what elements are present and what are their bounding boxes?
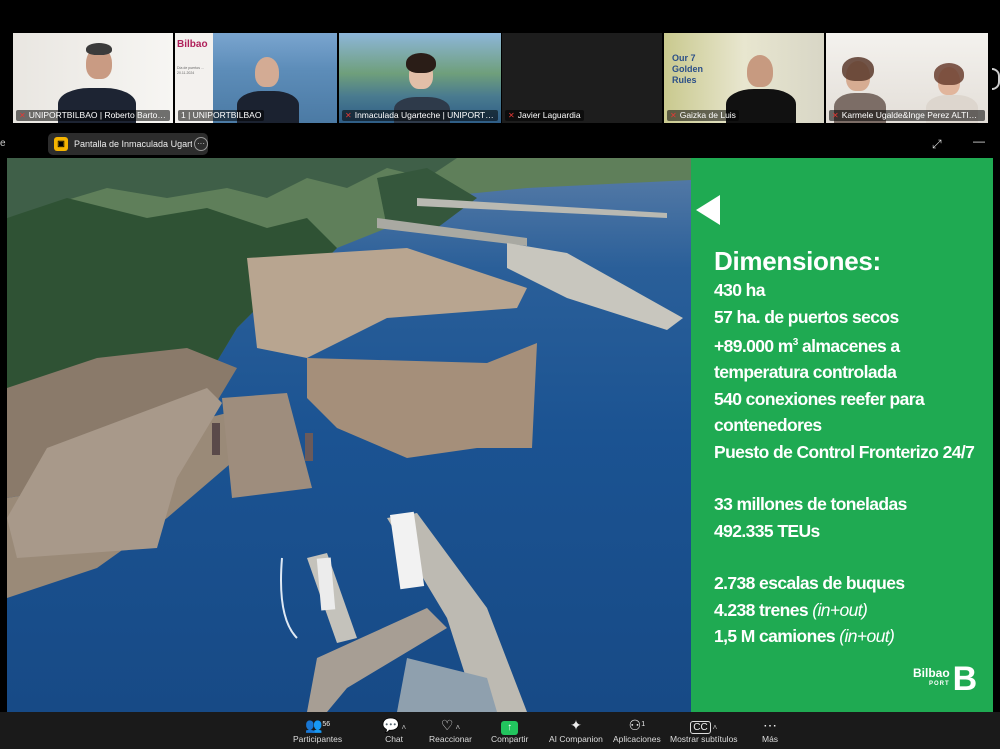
chat-button[interactable]: 💬 ˄ Chat xyxy=(382,716,406,744)
participant-name: ✕ Gaizka de Luis xyxy=(667,110,739,121)
share-toolbar: ▣ Pantalla de Inmaculada Ugartech ··· xyxy=(0,130,1000,158)
meeting-controls: 👥56 Participantes 💬 ˄ Chat ♡ ˄ Reaccionar … xyxy=(0,712,1000,749)
chevron-up-icon[interactable]: ˄ xyxy=(401,723,406,732)
minimize-icon[interactable]: — xyxy=(973,134,985,148)
slide-line: 2.738 escalas de buques xyxy=(714,573,905,594)
participant-hair xyxy=(934,63,964,85)
mic-muted-icon: ✕ xyxy=(19,111,26,120)
cc-icon: CC xyxy=(690,721,711,734)
truncated-label: e xyxy=(0,138,6,149)
participant-tile[interactable]: Our 7 Golden Rules ✕ Gaizka de Luis xyxy=(664,33,824,123)
participant-tile[interactable]: ✕ Karmele Ugalde&Inge Perez ALTIUS ... xyxy=(826,33,988,123)
share-label: Pantalla de Inmaculada Ugartech xyxy=(74,139,192,149)
port-aerial-photo xyxy=(7,158,691,712)
slide-info-panel: Dimensiones: 430 ha 57 ha. de puertos se… xyxy=(691,158,993,712)
slide-line: temperatura controlada xyxy=(714,362,897,383)
participant-tile[interactable]: ✕ Javier Laguardia xyxy=(502,33,662,123)
slide-line: 540 conexiones reefer para xyxy=(714,388,925,409)
participant-hair xyxy=(86,43,112,55)
slide-line: 492.335 TEUs xyxy=(714,520,820,541)
mic-muted-icon: ✕ xyxy=(832,111,839,120)
slide-line: 57 ha. de puertos secos xyxy=(714,306,899,327)
wall-text: Our 7 Golden Rules xyxy=(672,53,703,85)
slide-line: 430 ha xyxy=(714,280,765,300)
more-icon: ⋯ xyxy=(763,717,778,733)
mic-muted-icon: ✕ xyxy=(345,111,352,120)
participant-name: 1 | UNIPORTBILBAO xyxy=(178,110,265,121)
sparkle-icon: ✦ xyxy=(570,717,582,733)
slide-lines: 430 ha 57 ha. de puertos secos +89.000 m… xyxy=(714,277,989,650)
apps-icon: ⚇ xyxy=(628,717,642,733)
chevron-up-icon[interactable]: ˄ xyxy=(455,723,460,732)
more-icon[interactable]: ··· xyxy=(194,137,208,151)
participant-strip: ✕ UNIPORTBILBAO | Roberto Bartolomé Bilba… xyxy=(0,0,1000,128)
captions-button[interactable]: CC ˄ Mostrar subtítulos xyxy=(670,716,738,744)
bilbao-port-logo: Bilbao PORT B xyxy=(913,660,978,698)
heart-icon: ♡ xyxy=(440,717,454,733)
slide-line: 33 millones de toneladas xyxy=(714,494,907,515)
slide-line: 4.238 trenes (in+out) xyxy=(714,599,868,620)
slide-line: Puesto de Control Fronterizo 24/7 xyxy=(714,441,975,462)
participant-name: ✕Inmaculada Ugarteche | UNIPORTBILBAO xyxy=(342,110,498,121)
chevron-up-icon[interactable]: ˄ xyxy=(713,723,718,732)
participant-name: ✕ Karmele Ugalde&Inge Perez ALTIUS ... xyxy=(829,110,985,121)
share-indicator[interactable]: ▣ Pantalla de Inmaculada Ugartech ··· xyxy=(48,133,208,155)
slide-line: contenedores xyxy=(714,415,822,436)
ai-companion-button[interactable]: ✦ AI Companion xyxy=(549,716,603,744)
share-screen-button[interactable]: ↑ Compartir xyxy=(491,716,528,744)
mic-muted-icon: ✕ xyxy=(508,111,515,120)
participant-name: ✕ Javier Laguardia xyxy=(505,110,584,121)
back-arrow-icon xyxy=(696,195,720,225)
share-icon: ↑ xyxy=(501,721,519,735)
next-page-arrow-icon[interactable] xyxy=(992,68,1000,90)
shared-screen: Dimensiones: 430 ha 57 ha. de puertos se… xyxy=(7,158,993,712)
more-button[interactable]: ⋯ Más xyxy=(762,716,778,744)
apps-button[interactable]: ⚇1 Aplicaciones xyxy=(613,716,661,744)
participant-head xyxy=(747,55,773,87)
participant-tile[interactable]: Bilbao Día de puertos ... 20.11.2024 1 |… xyxy=(175,33,337,123)
port-aerial-image xyxy=(7,158,691,712)
slide-logo: Bilbao xyxy=(177,39,208,50)
logo-letter: B xyxy=(952,660,978,698)
people-icon: 👥 xyxy=(304,717,323,733)
screen-share-icon: ▣ xyxy=(54,137,68,151)
slide-title: Dimensiones: xyxy=(714,246,881,276)
participant-head xyxy=(255,57,279,87)
slide-line: +89.000 m3 almacenes a xyxy=(714,335,900,356)
participant-hair xyxy=(406,53,436,73)
participants-button[interactable]: 👥56 Participantes xyxy=(293,716,342,744)
slide-subtitle: Día de puertos ... 20.11.2024 xyxy=(177,66,204,75)
participant-tile[interactable]: ✕Inmaculada Ugarteche | UNIPORTBILBAO xyxy=(339,33,501,123)
participant-tile[interactable]: ✕ UNIPORTBILBAO | Roberto Bartolomé xyxy=(13,33,173,123)
expand-icon[interactable]: ⤢ xyxy=(932,137,942,152)
react-button[interactable]: ♡ ˄ Reaccionar xyxy=(429,716,472,744)
chat-icon: 💬 xyxy=(382,717,400,733)
participant-name: ✕ UNIPORTBILBAO | Roberto Bartolomé xyxy=(16,110,170,121)
slide-line: 1,5 M camiones (in+out) xyxy=(714,626,895,647)
mic-muted-icon: ✕ xyxy=(670,111,677,120)
participant-hair xyxy=(842,57,874,81)
